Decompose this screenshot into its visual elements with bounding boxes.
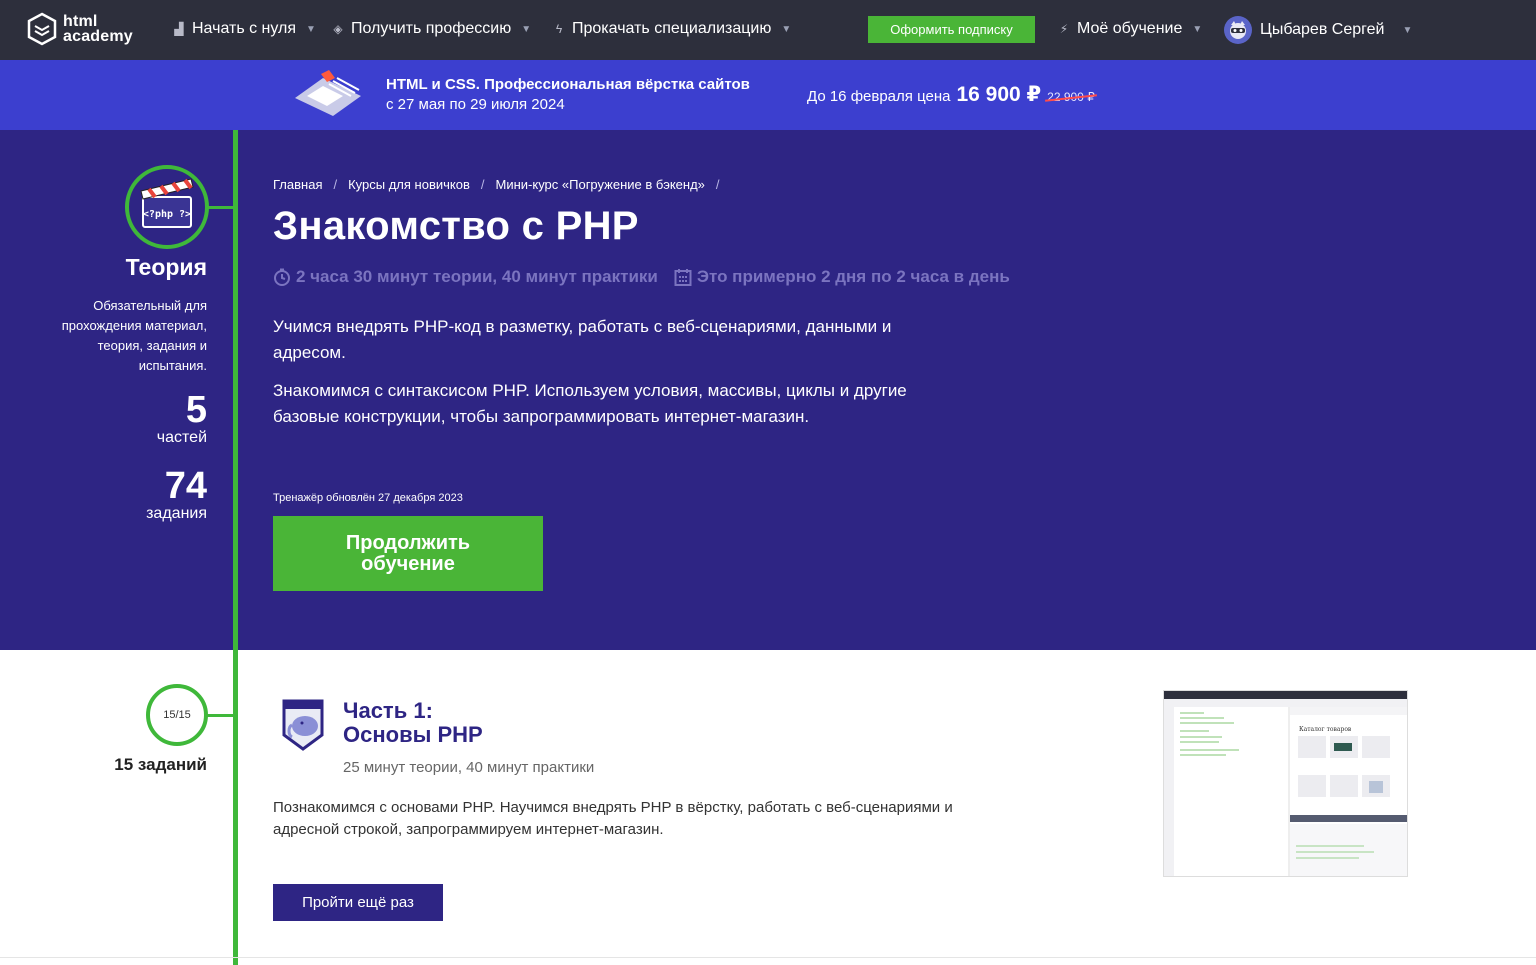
part-title-line2: Основы PHP bbox=[343, 722, 483, 747]
breadcrumb-item-beginner-courses[interactable]: Курсы для новичков bbox=[348, 177, 470, 192]
part-progress-ring: 15/15 bbox=[146, 684, 208, 746]
course-promo-icon bbox=[295, 70, 361, 116]
section-divider bbox=[0, 957, 1536, 958]
chevron-down-icon: ▼ bbox=[521, 23, 532, 35]
part-meta: 25 минут теории, 40 минут практики bbox=[343, 759, 595, 776]
trainer-updated-note: Тренажёр обновлён 27 декабря 2023 bbox=[273, 492, 463, 504]
course-meta: 2 часа 30 минут теории, 40 минут практик… bbox=[273, 267, 1010, 287]
logo-text-line1: html bbox=[63, 13, 98, 30]
chevron-down-icon: ▼ bbox=[1192, 23, 1203, 35]
breadcrumb-separator: / bbox=[333, 177, 338, 192]
logo[interactable]: html academy bbox=[27, 12, 133, 46]
stairs-icon: ▟ bbox=[174, 22, 184, 36]
graduation-cap-icon: ◈ bbox=[333, 22, 343, 36]
part-tasks-count: 15 заданий bbox=[114, 755, 207, 774]
user-menu[interactable]: Цыбарев Сергей ▼ bbox=[1224, 16, 1412, 44]
promo-banner[interactable]: HTML и CSS. Профессиональная вёрстка сай… bbox=[0, 60, 1536, 130]
breadcrumb-item-mini-course[interactable]: Мини-курс «Погружение в бэкенд» bbox=[496, 177, 705, 192]
theory-title: Теория bbox=[125, 254, 207, 280]
top-navigation: html academy ▟ Начать с нуля ▼ ◈ Получит… bbox=[0, 0, 1536, 60]
logo-text-line2: academy bbox=[63, 28, 133, 45]
nav-item-label: Прокачать специализацию bbox=[572, 20, 772, 37]
part-title[interactable]: Часть 1: Основы PHP bbox=[343, 699, 483, 747]
course-intro-paragraph: Учимся внедрять PHP-код в разметку, рабо… bbox=[273, 317, 892, 362]
promo-title: HTML и CSS. Профессиональная вёрстка сай… bbox=[386, 76, 750, 93]
course-schedule: Это примерно 2 дня по 2 часа в день bbox=[696, 267, 1010, 286]
promo-price: До 16 февраля цена 16 900 ₽ 22 900 ₽ bbox=[807, 82, 1095, 107]
nav-item-label: Моё обучение bbox=[1077, 20, 1183, 37]
learning-icon: ⚡ bbox=[1059, 22, 1069, 36]
timeline-line bbox=[233, 130, 238, 965]
breadcrumb: Главная / Курсы для новичков / Мини-курс… bbox=[273, 177, 731, 192]
course-details-paragraph: Знакомимся с синтаксисом PHP. Используем… bbox=[273, 381, 907, 426]
nav-my-learning[interactable]: ⚡ Моё обучение ▼ bbox=[1057, 20, 1203, 38]
theory-badge: <?php ?> bbox=[125, 165, 209, 249]
calendar-icon bbox=[674, 269, 692, 286]
promo-old-price: 22 900 ₽ bbox=[1047, 90, 1095, 104]
badge-text: <?php ?> bbox=[143, 209, 191, 220]
php-clapperboard-icon: <?php ?> bbox=[140, 178, 194, 228]
breadcrumb-separator: / bbox=[715, 177, 720, 192]
user-name: Цыбарев Сергей bbox=[1260, 21, 1385, 38]
theory-description: Обязательный для прохождения материал, т… bbox=[61, 298, 207, 373]
php-elephant-icon bbox=[282, 699, 324, 751]
subscribe-button[interactable]: Оформить подписку bbox=[868, 16, 1035, 43]
logo-icon bbox=[27, 12, 57, 46]
chevron-down-icon: ▼ bbox=[306, 23, 316, 35]
nav-get-profession[interactable]: ◈ Получить профессию ▼ bbox=[331, 20, 531, 38]
part-progress: 15/15 bbox=[163, 709, 191, 721]
raccoon-avatar-icon bbox=[1230, 21, 1246, 39]
continue-learning-label: Продолжить обучение bbox=[345, 531, 471, 575]
page-title: Знакомство с PHP bbox=[273, 204, 639, 248]
trainer-preview-image: Каталог товаров bbox=[1164, 691, 1407, 876]
nav-item-label: Начать с нуля bbox=[192, 20, 297, 37]
nav-start-from-scratch[interactable]: ▟ Начать с нуля ▼ bbox=[172, 20, 316, 38]
continue-learning-button[interactable]: Продолжить обучение bbox=[273, 516, 543, 591]
chevron-down-icon: ▼ bbox=[781, 23, 792, 35]
preview-heading: Каталог товаров bbox=[1299, 726, 1352, 733]
nav-upgrade-specialization[interactable]: ϟ Прокачать специализацию ▼ bbox=[552, 20, 791, 38]
avatar bbox=[1224, 16, 1252, 44]
parts-count: 5 bbox=[185, 389, 207, 431]
parts-label: частей bbox=[156, 429, 207, 446]
retry-button[interactable]: Пройти ещё раз bbox=[273, 884, 443, 921]
promo-dates: с 27 мая по 29 июля 2024 bbox=[386, 96, 565, 113]
promo-current-price: 16 900 ₽ bbox=[956, 83, 1042, 106]
nav-item-label: Получить профессию bbox=[351, 20, 512, 37]
timeline-connector bbox=[208, 206, 235, 209]
timeline-connector bbox=[207, 714, 235, 717]
tasks-count: 74 bbox=[164, 465, 207, 507]
part-description: Познакомимся с основами PHP. Научимся вн… bbox=[273, 799, 953, 838]
chevron-down-icon: ▼ bbox=[1402, 24, 1413, 36]
lightning-icon: ϟ bbox=[555, 22, 563, 36]
promo-price-prefix: До 16 февраля цена bbox=[807, 88, 951, 105]
part-preview-screenshot[interactable]: Каталог товаров bbox=[1163, 690, 1408, 877]
course-duration: 2 часа 30 минут теории, 40 минут практик… bbox=[296, 267, 658, 286]
breadcrumb-separator: / bbox=[480, 177, 485, 192]
breadcrumb-item-home[interactable]: Главная bbox=[273, 177, 322, 192]
tasks-label: задания bbox=[146, 505, 207, 522]
part-title-line1: Часть 1: bbox=[343, 698, 433, 723]
clock-icon bbox=[274, 268, 290, 286]
